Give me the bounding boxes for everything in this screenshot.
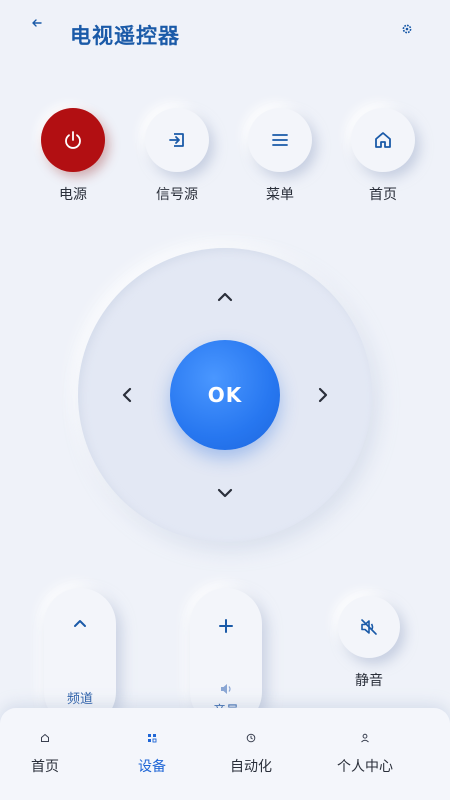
mute-button[interactable] — [338, 596, 400, 658]
menu-control: 菜单 — [240, 108, 320, 204]
chevron-up-icon — [217, 292, 233, 302]
nav-label-devices: 设备 — [138, 759, 166, 775]
channel-control: 频道 — [44, 588, 116, 728]
chevron-right-icon — [318, 387, 328, 403]
back-button[interactable] — [28, 14, 46, 32]
volume-icon-wrap — [190, 682, 262, 696]
nav-item-automation[interactable]: 自动化 — [196, 708, 306, 800]
mute-control: 静音 — [336, 596, 402, 690]
dpad-down-button[interactable] — [210, 478, 240, 508]
menu-button[interactable] — [248, 108, 312, 172]
person-icon — [360, 732, 370, 744]
nav-item-profile[interactable]: 个人中心 — [310, 708, 420, 800]
nav-label-home: 首页 — [31, 759, 59, 775]
dpad-right-button[interactable] — [308, 380, 338, 410]
clock-icon — [246, 732, 256, 744]
speaker-icon — [221, 684, 231, 694]
nav-label-automation: 自动化 — [230, 759, 272, 775]
home-icon — [40, 732, 50, 744]
quick-buttons-row: 电源 信号源 菜单 首页 — [0, 108, 450, 208]
input-source-control: 信号源 — [137, 108, 217, 204]
nav-label-profile: 个人中心 — [337, 759, 393, 775]
dpad-up-button[interactable] — [210, 282, 240, 312]
home-control: 首页 — [343, 108, 423, 204]
input-source-button[interactable] — [145, 108, 209, 172]
input-source-label: 信号源 — [156, 187, 198, 203]
nav-item-home[interactable]: 首页 — [0, 708, 100, 800]
home-icon — [375, 132, 391, 148]
mute-icon — [361, 619, 377, 635]
power-button[interactable] — [41, 108, 105, 172]
channel-label: 频道 — [66, 692, 93, 707]
settings-button[interactable] — [398, 20, 416, 38]
mute-label: 静音 — [355, 673, 383, 689]
bottom-nav: 首页 设备 自动化 个人中心 — [0, 708, 450, 800]
channel-up-button[interactable] — [44, 616, 116, 632]
power-icon — [65, 131, 81, 149]
ok-button[interactable]: OK — [170, 340, 280, 450]
menu-icon — [272, 134, 288, 146]
chevron-down-icon — [217, 488, 233, 498]
menu-label: 菜单 — [266, 187, 294, 203]
chevron-up-icon — [74, 620, 86, 627]
dpad: OK — [78, 248, 372, 542]
home-button[interactable] — [351, 108, 415, 172]
back-arrow-icon — [32, 19, 42, 27]
power-label: 电源 — [59, 187, 87, 203]
volume-control: 音量 — [190, 588, 262, 728]
page-title: 电视遥控器 — [70, 24, 180, 48]
volume-up-button[interactable] — [190, 618, 262, 634]
input-source-icon — [169, 133, 184, 147]
power-control: 电源 — [33, 108, 113, 204]
chevron-left-icon — [122, 387, 132, 403]
header: 电视遥控器 — [0, 0, 450, 70]
home-label: 首页 — [369, 187, 397, 203]
plus-icon — [219, 619, 233, 633]
devices-icon — [147, 732, 157, 744]
nav-item-devices[interactable]: 设备 — [97, 708, 207, 800]
gear-icon — [402, 24, 412, 34]
dpad-left-button[interactable] — [112, 380, 142, 410]
